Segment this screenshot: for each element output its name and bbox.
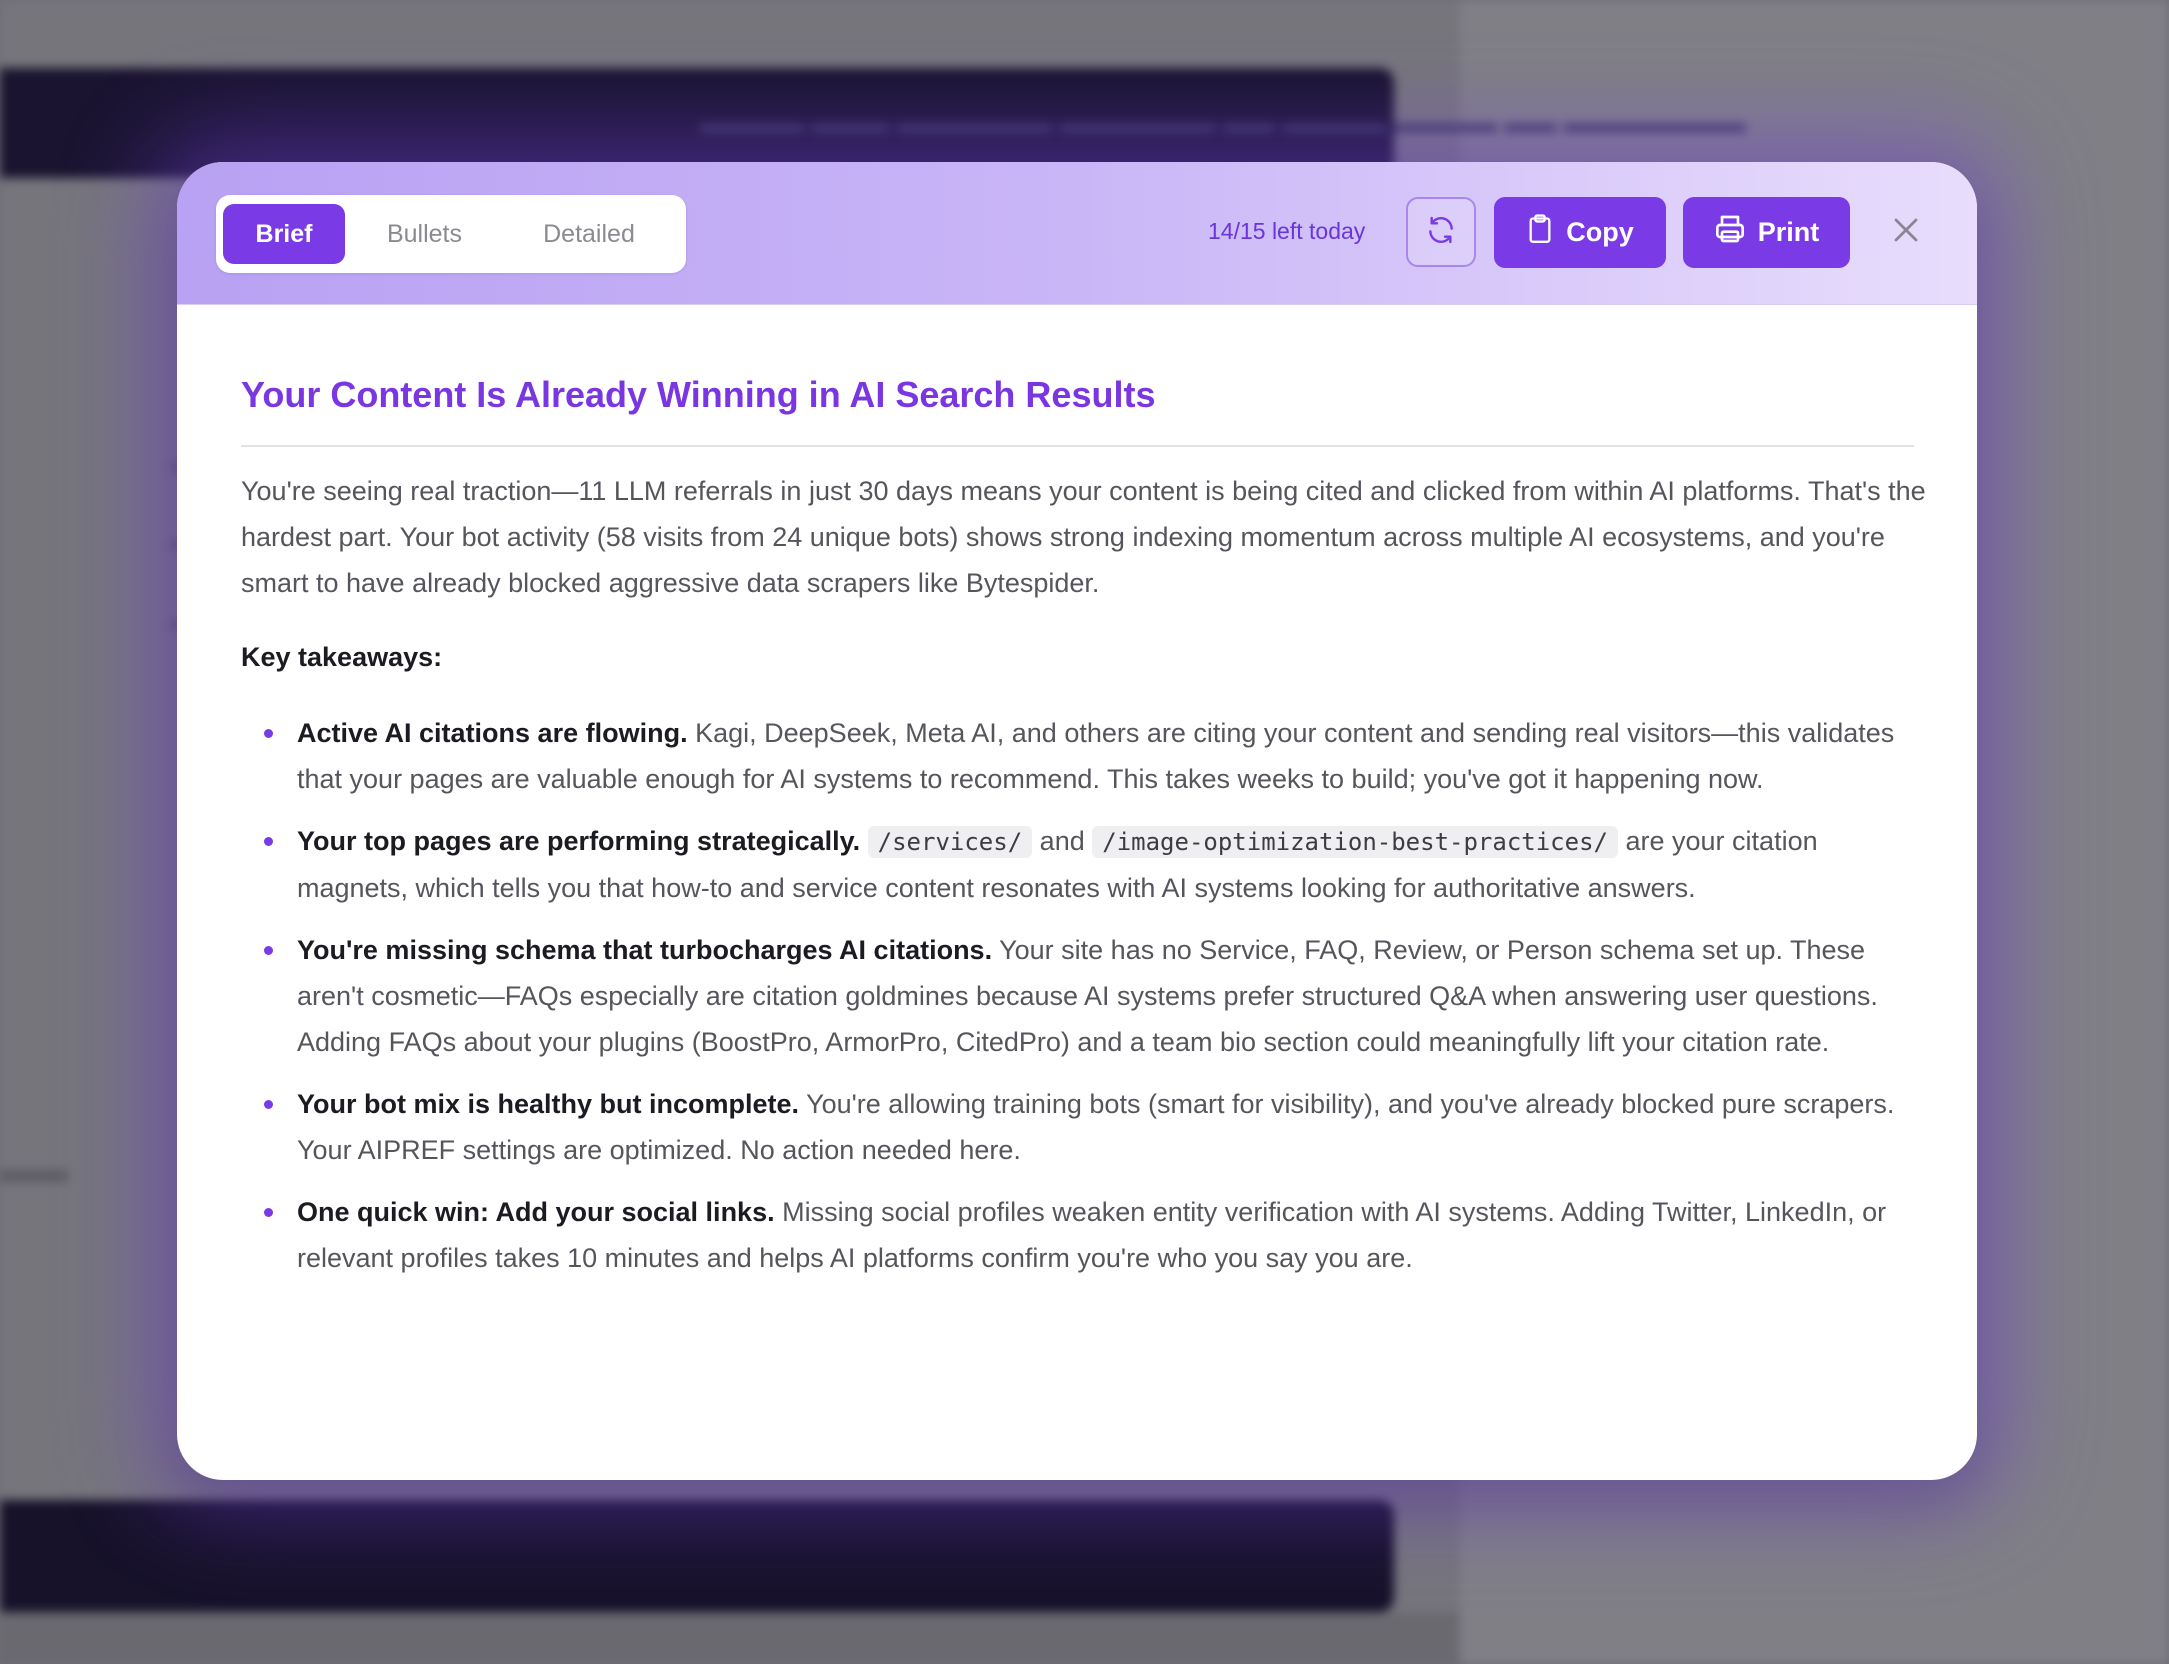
takeaway-joiner: and	[1039, 826, 1085, 856]
report-title: Your Content Is Already Winning in AI Se…	[241, 374, 1156, 415]
page-path-code: /image-optimization-best-practices/	[1092, 826, 1618, 858]
page-path-code: /services/	[867, 826, 1033, 858]
bullet-dot-icon	[264, 946, 273, 955]
takeaway-lead: Active AI citations are flowing.	[297, 718, 688, 748]
takeaway-lead: Your top pages are performing strategica…	[297, 826, 861, 856]
bullet-dot-icon	[264, 729, 273, 738]
tab-bullets[interactable]: Bullets	[357, 204, 492, 264]
list-item: Active AI citations are flowing. Kagi, D…	[241, 710, 1931, 802]
bullet-dot-icon	[264, 1208, 273, 1217]
close-button[interactable]	[1883, 209, 1929, 255]
view-mode-tabs: Brief Bullets Detailed	[216, 195, 686, 273]
refresh-icon	[1425, 214, 1457, 251]
list-item: Your top pages are performing strategica…	[241, 818, 1931, 911]
bullet-dot-icon	[264, 837, 273, 846]
list-item: One quick win: Add your social links. Mi…	[241, 1189, 1931, 1281]
list-item: Your bot mix is healthy but incomplete. …	[241, 1081, 1931, 1173]
modal-header: Brief Bullets Detailed 14/15 left today	[177, 162, 1977, 305]
printer-icon	[1714, 213, 1746, 252]
clipboard-icon	[1526, 213, 1554, 252]
usage-counter: 14/15 left today	[1208, 218, 1366, 244]
background-banner-text: ▬▬▬▬ ▬▬▬ ▬▬▬▬▬▬ ▬▬▬▬▬▬ ▬▬ ▬▬▬▬ ▬▬▬▬ ▬▬ ▬…	[700, 108, 1746, 138]
takeaways-list: Active AI citations are flowing. Kagi, D…	[241, 710, 1931, 1297]
takeaway-lead: One quick win: Add your social links.	[297, 1197, 775, 1227]
copy-button[interactable]: Copy	[1494, 197, 1666, 268]
background-footer-bar	[0, 1500, 1394, 1612]
background-footer-strip	[0, 1612, 1460, 1664]
bullet-dot-icon	[264, 1100, 273, 1109]
intro-paragraph: You're seeing real traction—11 LLM refer…	[241, 476, 1926, 598]
takeaway-lead: Your bot mix is healthy but incomplete.	[297, 1089, 800, 1119]
print-label: Print	[1757, 217, 1820, 247]
copy-label: Copy	[1566, 217, 1634, 247]
ai-summary-modal: Brief Bullets Detailed 14/15 left today	[177, 162, 1977, 1480]
takeaways-heading: Key takeaways:	[241, 642, 443, 672]
close-icon	[1891, 215, 1921, 250]
title-divider	[241, 445, 1914, 447]
list-item: You're missing schema that turbocharges …	[241, 927, 1931, 1065]
background-mark	[0, 1170, 68, 1182]
takeaway-lead: You're missing schema that turbocharges …	[297, 935, 993, 965]
refresh-button[interactable]	[1406, 197, 1476, 267]
tab-brief[interactable]: Brief	[223, 204, 345, 264]
print-button[interactable]: Print	[1683, 197, 1850, 268]
tab-detailed[interactable]: Detailed	[506, 204, 672, 264]
